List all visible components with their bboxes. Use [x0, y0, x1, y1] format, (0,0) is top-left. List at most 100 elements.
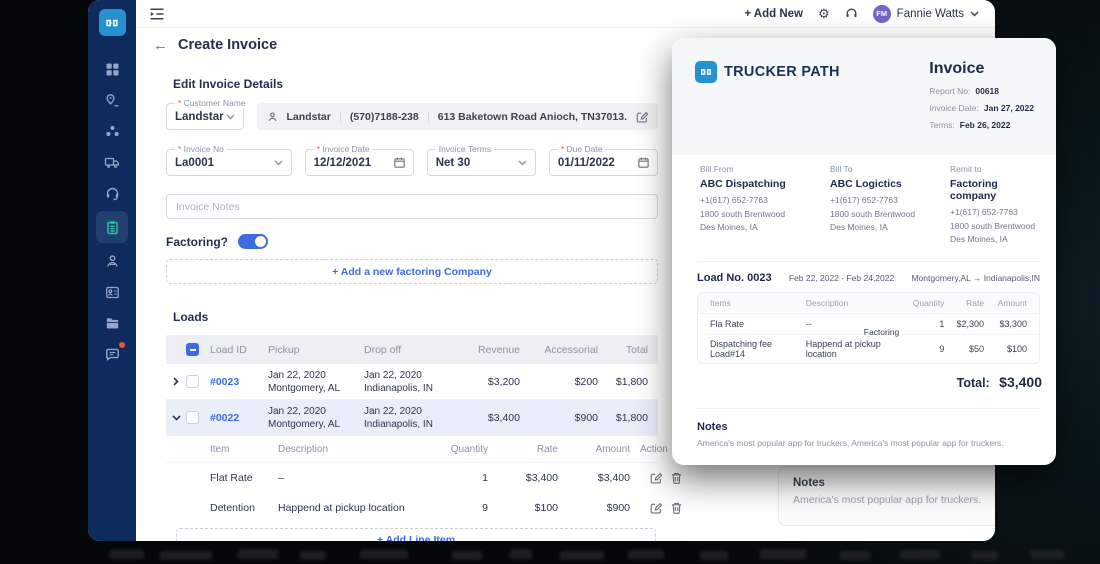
invoice-form: Edit Invoice Details Customer Name Lands…: [166, 77, 658, 541]
chevron-down-icon: [226, 114, 235, 120]
load-id-link[interactable]: #0022: [210, 412, 268, 424]
col-accessorial: Accessorial: [530, 344, 608, 356]
item-description: –: [278, 472, 436, 484]
toggle-knob: [255, 236, 266, 247]
sidebar: [88, 0, 136, 541]
item-name: Detention: [210, 502, 278, 514]
loads-table-header: Load ID Pickup Drop off Revenue Accessor…: [166, 335, 658, 364]
sidebar-item-messages[interactable]: [96, 339, 128, 369]
edit-icon[interactable]: [650, 502, 662, 514]
item-rate: $50: [944, 344, 984, 354]
back-arrow-icon[interactable]: ←: [153, 38, 168, 53]
row-checkbox[interactable]: [186, 411, 199, 424]
preview-items-table: Items Description Quantity Rate Amount F…: [697, 292, 1040, 364]
user-name: Fannie Watts: [897, 8, 964, 20]
sidebar-item-documents[interactable]: [96, 308, 128, 338]
expand-chevron-down-icon[interactable]: [166, 415, 186, 421]
total-value: $1,800: [608, 376, 658, 388]
col-amount: Amount: [568, 444, 640, 455]
customer-name-select[interactable]: Customer Name Landstar: [166, 103, 244, 130]
item-quantity: 1: [436, 472, 498, 484]
accessorial-value: $200: [530, 376, 608, 388]
sidebar-item-dispatch[interactable]: [96, 178, 128, 208]
party-address: 1800 south Brentwood Des Moines, IA: [950, 220, 1042, 247]
sidebar-item-loads-map[interactable]: [96, 85, 128, 115]
dropoff-date: Jan 22, 2020: [364, 370, 422, 381]
item-amount: $3,400: [568, 472, 640, 484]
pickup-city: Montgomery, AL: [268, 383, 340, 394]
app-logo[interactable]: [99, 9, 126, 36]
item-quantity: 9: [436, 502, 498, 514]
invoice-clipboard-icon: [105, 220, 120, 235]
load-id-link[interactable]: #0023: [210, 376, 268, 388]
dashboard-icon: [105, 62, 120, 77]
notes-text: America's most popular app for truckers,…: [697, 438, 1031, 448]
select-all-checkbox[interactable]: [186, 343, 199, 356]
invoice-no-select[interactable]: Invoice No La0001: [166, 149, 292, 176]
id-card-icon: [105, 285, 120, 300]
invoice-notes-input[interactable]: [166, 194, 658, 219]
sidebar-item-trucks[interactable]: [96, 147, 128, 177]
add-line-item-button[interactable]: + Add Line Item: [176, 528, 656, 541]
add-factoring-company-button[interactable]: + Add a new factoring Company: [166, 259, 658, 284]
settings-gear-icon[interactable]: ⚙: [818, 6, 830, 22]
brand-name: TRUCKER PATH: [724, 64, 840, 80]
add-new-button[interactable]: + Add New: [744, 8, 803, 20]
sidebar-item-dashboard[interactable]: [96, 54, 128, 84]
factoring-toggle[interactable]: [238, 234, 268, 249]
load-no: Load No. 0023: [697, 272, 772, 284]
sidebar-item-fleet[interactable]: [96, 116, 128, 146]
loads-table: Load ID Pickup Drop off Revenue Accessor…: [166, 335, 658, 541]
sidebar-item-contacts[interactable]: [96, 277, 128, 307]
topbar: + Add New ⚙ FM Fannie Watts: [136, 0, 995, 28]
stage: + Add New ⚙ FM Fannie Watts ← Create Inv…: [0, 0, 1100, 564]
revenue-value: $3,400: [468, 412, 530, 424]
item-amount: $100: [984, 344, 1027, 354]
person-icon: [267, 111, 278, 123]
invoice-date-label: Invoice Date:: [929, 103, 979, 113]
load-row-expanded[interactable]: #0022 Jan 22, 2020Montgomery, AL Jan 22,…: [166, 400, 658, 436]
support-headset-icon[interactable]: [845, 7, 858, 20]
dropoff-city: Indianapolis, IN: [364, 419, 433, 430]
expand-chevron-right-icon[interactable]: [166, 377, 186, 386]
customer-summary-phone: (570)7188-238: [350, 111, 419, 123]
col-description: Description: [278, 444, 436, 455]
divider: [697, 261, 1040, 262]
item-rate: $3,400: [498, 472, 568, 484]
col-description: Description: [806, 298, 908, 308]
driver-icon: [105, 254, 120, 269]
invoice-date-field[interactable]: Invoice Date 12/12/2021: [305, 149, 414, 176]
invoice-terms-select[interactable]: Invoice Terms Net 30: [427, 149, 536, 176]
sidebar-item-invoices[interactable]: [96, 211, 128, 243]
collapse-menu-icon[interactable]: [150, 8, 164, 20]
party-label: Remit to: [950, 164, 1042, 174]
row-checkbox[interactable]: [186, 375, 199, 388]
notification-dot: [119, 342, 125, 348]
user-avatar: FM: [873, 5, 891, 23]
remit-to: Remit to Factoring company +1(617) 652-7…: [950, 164, 1042, 247]
invoice-no-label: Invoice No: [175, 144, 227, 154]
delete-trash-icon[interactable]: [671, 472, 682, 484]
headset-dispatch-icon: [105, 186, 120, 201]
pickup-date: Jan 22, 2020: [268, 370, 326, 381]
party-name: ABC Dispatching: [700, 178, 830, 190]
due-date-field[interactable]: Due Date 01/11/2022: [549, 149, 658, 176]
item-description: Happend at pickup location: [806, 339, 908, 359]
preview-notes: Notes America's most popular app for tru…: [672, 409, 1056, 448]
col-total: Total: [608, 344, 658, 356]
notes-heading: Notes: [793, 477, 995, 489]
edit-icon[interactable]: [636, 111, 648, 123]
brand: TRUCKER PATH: [695, 60, 840, 84]
pickup-date: Jan 22, 2020: [268, 406, 326, 417]
user-menu[interactable]: FM Fannie Watts: [873, 5, 979, 23]
load-row[interactable]: #0023 Jan 22, 2020 Montgomery, AL Jan 22,…: [166, 364, 658, 400]
divider: [428, 111, 429, 123]
item-rate: $100: [498, 502, 568, 514]
invoice-date-value: Jan 27, 2022: [984, 103, 1034, 113]
customer-summary-chip: Landstar (570)7188-238 613 Baketown Road…: [257, 103, 659, 130]
delete-trash-icon[interactable]: [671, 502, 682, 514]
edit-icon[interactable]: [650, 472, 662, 484]
sidebar-item-drivers[interactable]: [96, 246, 128, 276]
item-amount: $3,300: [984, 319, 1027, 329]
line-item-row: Detention Happend at pickup location 9 $…: [166, 493, 658, 523]
